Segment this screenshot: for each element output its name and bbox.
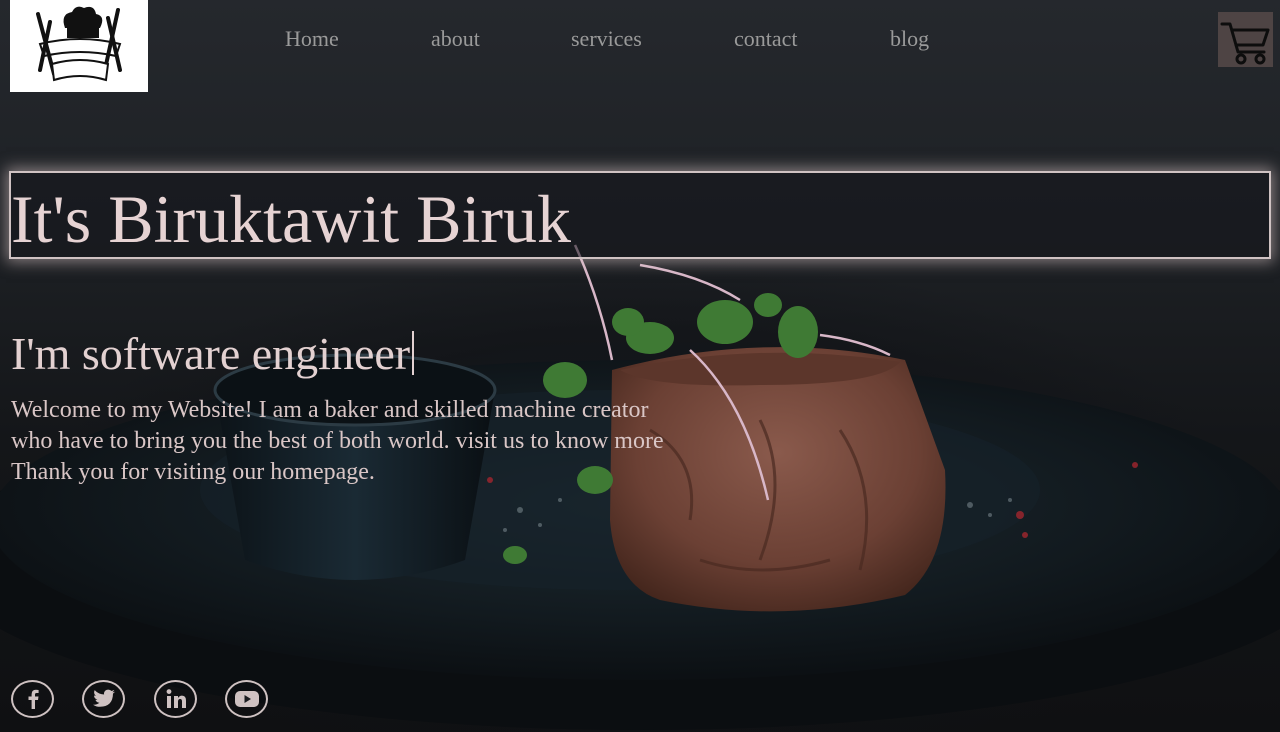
youtube-icon [234, 691, 259, 707]
twitter-icon [92, 689, 115, 707]
hero-title: It's Biruktawit Biruk [11, 181, 572, 257]
twitter-link[interactable] [82, 680, 125, 718]
welcome-line: Welcome to my Website! I am a baker and … [11, 397, 649, 423]
nav-home[interactable]: Home [285, 26, 339, 52]
hero-title-box: It's Biruktawit Biruk [9, 171, 1271, 259]
welcome-line: who have to bring you the best of both w… [11, 428, 664, 454]
youtube-link[interactable] [225, 680, 268, 718]
nav-contact[interactable]: contact [734, 26, 798, 52]
nav-blog[interactable]: blog [890, 26, 929, 52]
nav-about[interactable]: about [431, 26, 480, 52]
hero-subtitle: I'm software engineer [11, 326, 415, 382]
main-nav: Home about services contact blog [0, 26, 1280, 56]
cart-button[interactable] [1218, 12, 1273, 67]
shopping-cart-icon [1220, 22, 1270, 65]
hero-subtitle-text: I'm software engineer [11, 328, 411, 379]
nav-services[interactable]: services [571, 26, 642, 52]
welcome-line: Thank you for visiting our homepage. [11, 459, 375, 485]
facebook-link[interactable] [11, 680, 54, 718]
typing-cursor [412, 331, 415, 375]
linkedin-icon [166, 689, 186, 708]
facebook-icon [28, 689, 39, 709]
welcome-paragraph: Welcome to my Website! I am a baker and … [11, 395, 771, 488]
linkedin-link[interactable] [154, 680, 197, 718]
page-background: Home about services contact blog It's Bi… [0, 0, 1280, 732]
